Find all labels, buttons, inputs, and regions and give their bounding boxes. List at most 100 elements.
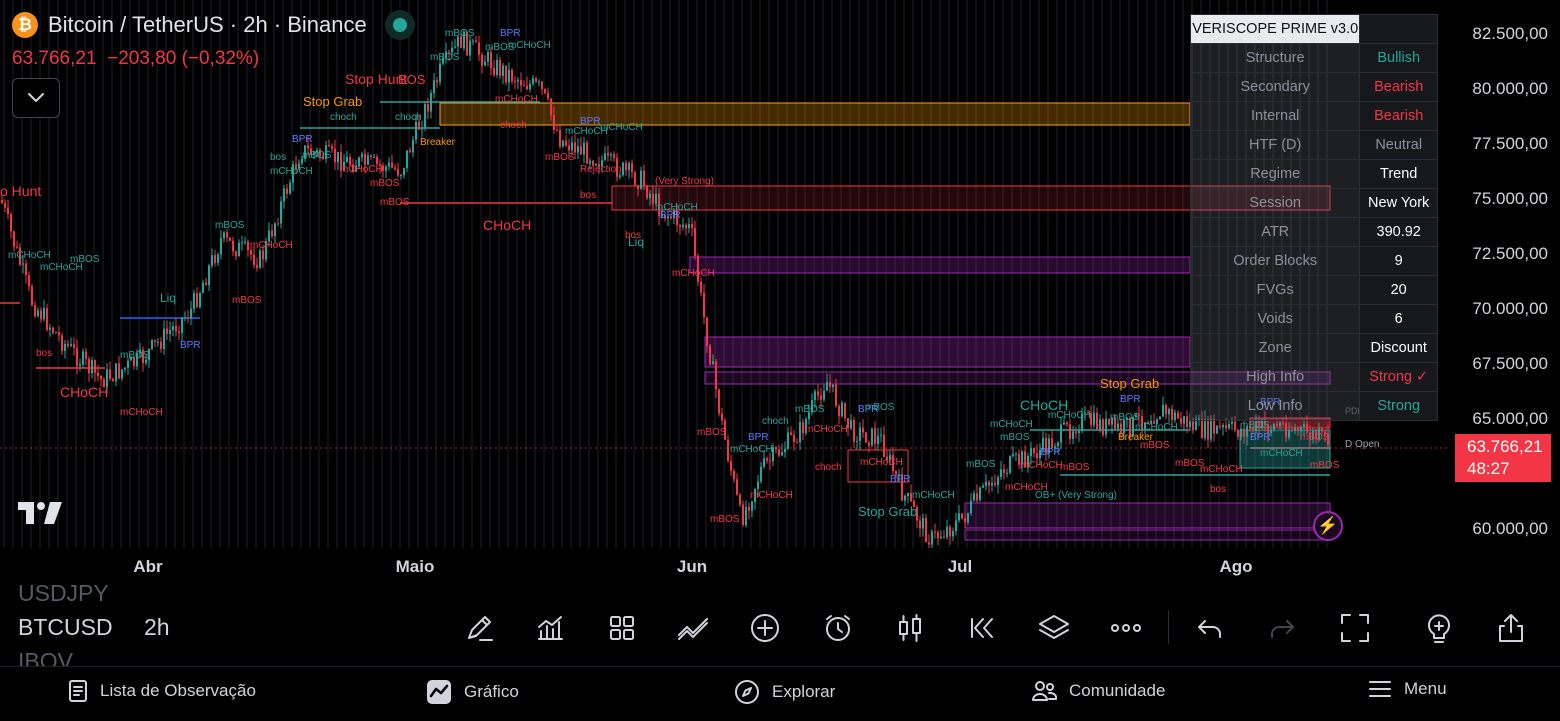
symbol-current[interactable]: BTCUSD: [18, 614, 113, 641]
candle-body: [433, 80, 435, 94]
panel-key: Zone: [1189, 333, 1361, 363]
candle-body: [997, 477, 999, 485]
candle-body: [64, 343, 66, 352]
candle-body: [1222, 424, 1224, 428]
candle-body: [766, 458, 768, 461]
panel-row: Internal Bearish: [1189, 101, 1438, 131]
candle-body: [1186, 416, 1188, 428]
candle-body: [1276, 424, 1278, 427]
nav-explore[interactable]: Explorar: [734, 679, 835, 705]
panel-value: Bearish: [1359, 101, 1438, 131]
nav-menu[interactable]: Menu: [1368, 679, 1447, 699]
candle-body: [694, 228, 696, 256]
nav-chart[interactable]: Gráfico: [426, 679, 519, 705]
fullscreen-icon[interactable]: [1337, 610, 1373, 646]
candle-body: [430, 93, 432, 112]
candle-body: [154, 339, 156, 342]
undo-icon[interactable]: [1192, 610, 1228, 646]
candle-body: [58, 332, 60, 336]
candle-body: [283, 188, 285, 202]
candle-body: [187, 317, 189, 319]
lightbulb-icon[interactable]: [1421, 610, 1457, 646]
candle-body: [964, 518, 966, 523]
last-price: 63.766,21: [12, 48, 97, 69]
chevron-down-icon: [28, 93, 44, 102]
candle-body: [22, 263, 24, 265]
candle-body: [7, 207, 9, 215]
candles-icon[interactable]: [892, 610, 928, 646]
replay-icon[interactable]: [964, 610, 1000, 646]
interval-button[interactable]: 2h: [144, 614, 170, 641]
choch-label: CHoCH: [483, 217, 531, 233]
alarm-icon[interactable]: [820, 610, 856, 646]
structure-tag: mBOS: [710, 514, 740, 525]
candle-body: [943, 536, 945, 538]
candle-body: [55, 332, 57, 334]
indicators-icon[interactable]: [532, 610, 568, 646]
candle-body: [247, 241, 249, 251]
trend-lines-icon[interactable]: [676, 610, 712, 646]
symbol-prev[interactable]: USDJPY: [18, 580, 109, 607]
candle-body: [112, 379, 114, 382]
candle-body: [181, 317, 183, 333]
lightning-icon[interactable]: ⚡: [1313, 511, 1343, 541]
panel-key: Secondary: [1189, 72, 1361, 102]
structure-tag: mCHoCH: [990, 419, 1033, 430]
more-icon[interactable]: [1108, 610, 1144, 646]
share-icon[interactable]: [1493, 610, 1529, 646]
candle-body: [484, 61, 486, 66]
collapse-legend-button[interactable]: [12, 78, 60, 118]
price-change: −203,80 (−0,32%): [107, 48, 260, 69]
market-status-icon[interactable]: [384, 10, 415, 40]
candle-body: [505, 65, 507, 83]
candle-body: [235, 251, 237, 257]
structure-tag: mBOS: [1060, 462, 1090, 473]
candle-body: [640, 170, 642, 189]
structure-tag: mBOS: [1300, 432, 1330, 443]
candle-body: [34, 305, 36, 317]
nav-community[interactable]: Comunidade: [1031, 679, 1165, 703]
candle-body: [904, 495, 906, 501]
nav-menu-label: Menu: [1404, 679, 1447, 698]
candle-body: [124, 367, 126, 370]
candle-body: [736, 479, 738, 495]
candle-body: [274, 223, 276, 237]
candle-body: [607, 153, 609, 156]
candle-body: [928, 542, 930, 545]
candle-body: [1030, 448, 1032, 457]
structure-tag: mCHoCH: [805, 424, 848, 435]
candle-body: [289, 182, 291, 194]
time-axis[interactable]: Abr Maio Jun Jul Ago: [0, 548, 1450, 588]
structure-tag: mBOS: [1240, 420, 1270, 431]
candle-body: [562, 140, 564, 147]
pencil-icon[interactable]: [461, 610, 497, 646]
grid-icon[interactable]: [604, 610, 640, 646]
structure-tag: mBOS: [430, 52, 460, 63]
candle-body: [400, 175, 402, 177]
time-tick-label: Abr: [133, 557, 163, 576]
candle-body: [961, 513, 963, 519]
candle-body: [985, 481, 987, 486]
candle-body: [541, 81, 543, 89]
layers-icon[interactable]: [1036, 610, 1072, 646]
candle-body: [1207, 419, 1209, 440]
candle-body: [1093, 412, 1095, 425]
candle-body: [196, 293, 198, 307]
chart-header[interactable]: ₿ Bitcoin / TetherUS · 2h · Binance: [12, 10, 415, 40]
stop-grab-label: Stop Grab: [1100, 376, 1159, 391]
structure-tag: mBOS: [120, 350, 150, 361]
redo-icon[interactable]: [1264, 610, 1300, 646]
candle-body: [493, 68, 495, 76]
candle-body: [211, 255, 213, 266]
symbol-title[interactable]: Bitcoin / TetherUS · 2h · Binance: [48, 12, 367, 38]
candle-body: [424, 104, 426, 128]
plus-circle-icon[interactable]: [747, 610, 783, 646]
candle-body: [439, 63, 441, 82]
candle-body: [508, 69, 510, 83]
candle-body: [1177, 412, 1179, 419]
candle-body: [571, 142, 573, 151]
nav-watchlist[interactable]: Lista de Observação: [68, 679, 256, 703]
candle-body: [952, 531, 954, 537]
candle-body: [1180, 418, 1182, 424]
structure-tag: mBOS: [545, 152, 575, 163]
